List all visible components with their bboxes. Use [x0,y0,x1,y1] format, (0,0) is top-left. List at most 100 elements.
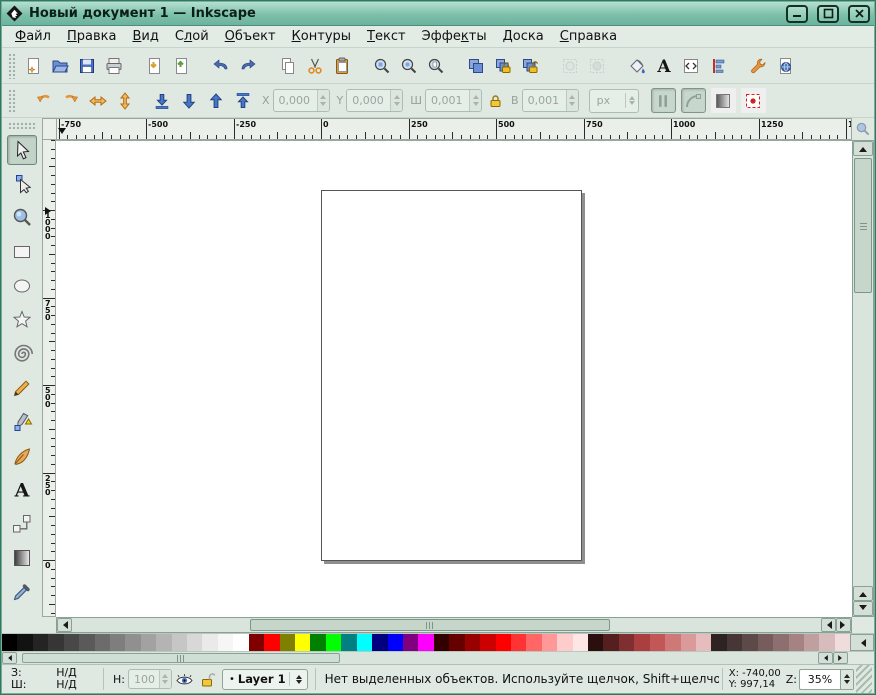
palette-swatch[interactable] [110,634,125,651]
palette-swatch[interactable] [418,634,433,651]
export-button[interactable] [167,51,194,81]
menu-item-1[interactable]: Файл [7,27,59,46]
ellipse-tool[interactable] [7,271,37,301]
palette-swatch[interactable] [789,634,804,651]
palette-swatch[interactable] [33,634,48,651]
palette-swatch[interactable] [48,634,63,651]
palette-swatch[interactable] [95,634,110,651]
import-button[interactable] [140,51,167,81]
y-field[interactable]: 0,000 [346,89,403,112]
zoom-spinner[interactable]: 35% [799,669,854,690]
paste-button[interactable] [328,51,355,81]
menu-item-5[interactable]: Объект [217,27,284,46]
scroll-up-button-2[interactable] [853,586,873,601]
menu-item-7[interactable]: Текст [359,27,414,46]
copy-button[interactable] [274,51,301,81]
palette-swatch[interactable] [341,634,356,651]
ungroup-button[interactable] [516,51,543,81]
dropper-tool[interactable] [7,577,37,607]
field-steppers[interactable] [469,90,481,111]
scroll-down-button[interactable] [853,601,873,616]
menu-item-10[interactable]: Справка [552,27,625,46]
new-document-button[interactable] [19,51,46,81]
document-properties-button[interactable] [771,51,798,81]
palette-swatch[interactable] [310,634,325,651]
palette-swatch[interactable] [264,634,279,651]
zoom-page-button[interactable] [422,51,449,81]
scroll-right-button[interactable] [836,618,851,632]
align-button[interactable] [704,51,731,81]
lower-button[interactable] [176,87,201,115]
palette-swatch[interactable] [357,634,372,651]
palette-swatch[interactable] [773,634,788,651]
palette-swatch[interactable] [172,634,187,651]
star-tool[interactable] [7,305,37,335]
palette-swatch[interactable] [2,634,17,651]
palette-swatch[interactable] [17,634,32,651]
palette-swatch[interactable] [526,634,541,651]
palette-swatch[interactable] [511,634,526,651]
palette-scroll-forward-button[interactable] [833,652,848,664]
palette-scrollbar[interactable] [2,651,874,664]
horizontal-scrollbar[interactable] [56,617,852,633]
node-tool[interactable] [7,169,37,199]
titlebar[interactable]: Новый документ 1 — Inkscape [2,2,874,26]
palette-swatch[interactable] [403,634,418,651]
palette-swatch[interactable] [141,634,156,651]
text-dialog-button[interactable]: A [650,51,677,81]
palette-swatch[interactable] [665,634,680,651]
minimize-button[interactable] [786,5,808,23]
palette-swatch[interactable] [835,634,850,651]
scroll-up-button[interactable] [853,141,873,156]
fill-stroke-button[interactable] [623,51,650,81]
menu-item-8[interactable]: Эффекты [414,27,495,46]
spiral-tool[interactable] [7,339,37,369]
xml-editor-button[interactable] [677,51,704,81]
raise-top-button[interactable] [230,87,255,115]
selector-tool[interactable] [7,135,37,165]
canvas[interactable] [56,140,852,617]
lower-bottom-button[interactable] [149,87,174,115]
scroll-left-button[interactable] [57,618,72,632]
layer-lock-button[interactable] [198,669,218,689]
affect-corners-toggle[interactable] [681,88,706,113]
palette-swatch[interactable] [388,634,403,651]
palette-swatch[interactable] [742,634,757,651]
clone-button[interactable] [556,51,583,81]
palette-swatch[interactable] [634,634,649,651]
menu-item-4[interactable]: Слой [167,27,217,46]
palette-swatch[interactable] [249,634,264,651]
palette-swatch[interactable] [542,634,557,651]
affect-stroke-toggle[interactable] [651,88,676,113]
rotate-cw-button[interactable] [58,87,83,115]
scroll-left-button-2[interactable] [821,618,836,632]
print-button[interactable] [100,51,127,81]
palette-swatch[interactable] [819,634,834,651]
menu-item-9[interactable]: Доска [495,27,552,46]
menu-item-2[interactable]: Правка [59,27,125,46]
palette-swatch[interactable] [187,634,202,651]
connector-tool[interactable] [7,509,37,539]
zoom-selection-button[interactable] [368,51,395,81]
palette-swatch[interactable] [804,634,819,651]
palette-swatch[interactable] [465,634,480,651]
vertical-scroll-thumb[interactable] [854,158,872,293]
gradient-tool[interactable] [7,543,37,573]
palette-swatch[interactable] [372,634,387,651]
palette-scroll-back-button[interactable] [2,652,17,664]
rectangle-tool[interactable] [7,237,37,267]
duplicate-button[interactable] [462,51,489,81]
palette-scroll-back-button-2[interactable] [818,652,833,664]
palette-swatch[interactable] [758,634,773,651]
field-steppers[interactable] [390,90,402,111]
palette-swatch[interactable] [603,634,618,651]
menu-item-6[interactable]: Контуры [284,27,360,46]
group-button[interactable] [489,51,516,81]
redo-button[interactable] [234,51,261,81]
affect-gradient-toggle[interactable] [711,88,736,113]
vertical-ruler[interactable]: 02505007501000 [42,140,56,617]
palette-swatch[interactable] [326,634,341,651]
save-document-button[interactable] [73,51,100,81]
palette-swatch[interactable] [156,634,171,651]
ш-field[interactable]: 0,001 [425,89,482,112]
